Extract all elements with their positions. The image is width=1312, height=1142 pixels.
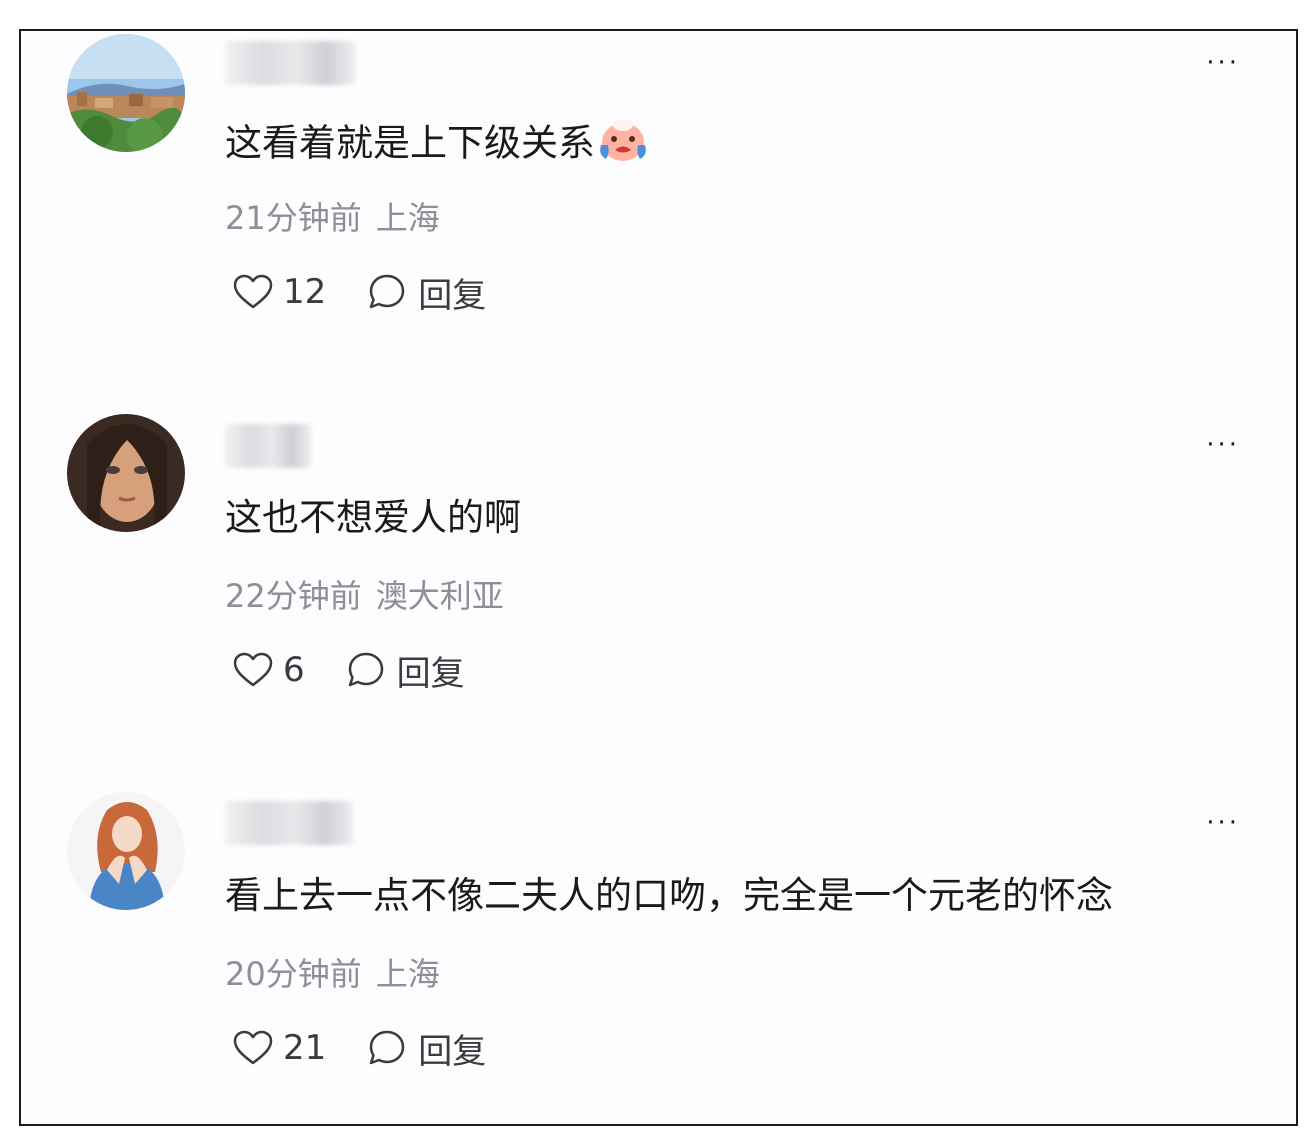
username[interactable]	[225, 424, 311, 468]
comment-time: 22分钟前	[225, 577, 362, 615]
like-count: 6	[283, 650, 305, 690]
heart-outline-icon	[233, 652, 273, 687]
like-count: 12	[283, 272, 327, 312]
username[interactable]	[225, 41, 355, 85]
like-count: 21	[283, 1028, 327, 1068]
heart-outline-icon	[233, 274, 273, 309]
comment-time: 20分钟前	[225, 955, 362, 993]
reply-button[interactable]: 回复	[347, 646, 465, 695]
speech-bubble-icon	[348, 652, 383, 687]
comment-meta: 20分钟前 上海	[225, 954, 440, 994]
comment-item: ··· 这也不想爱人的啊 22分钟前 澳大利亚 6 回复	[21, 411, 1296, 741]
more-dots-icon[interactable]: ···	[1206, 810, 1240, 836]
comment-actions: 21 回复	[233, 1024, 486, 1073]
comment-text: 这也不想爱人的啊	[225, 494, 521, 542]
username[interactable]	[225, 801, 353, 845]
comment-text-body: 看上去一点不像二夫人的口吻，完全是一个元老的怀念	[225, 874, 1113, 917]
comment-meta: 22分钟前 澳大利亚	[225, 576, 504, 616]
comment-text: 看上去一点不像二夫人的口吻，完全是一个元老的怀念	[225, 872, 1113, 920]
like-button[interactable]: 12	[233, 272, 326, 312]
reply-button[interactable]: 回复	[368, 1024, 486, 1073]
reply-label: 回复	[418, 275, 487, 316]
speech-bubble-icon	[370, 274, 405, 309]
more-dots-icon[interactable]: ···	[1206, 432, 1240, 458]
landscape-avatar-image	[67, 34, 185, 152]
avatar[interactable]	[67, 34, 185, 152]
like-button[interactable]: 6	[233, 650, 305, 690]
reply-label: 回复	[418, 1031, 487, 1072]
comment-location: 上海	[375, 955, 440, 993]
avatar[interactable]	[67, 414, 185, 532]
avatar[interactable]	[67, 792, 185, 910]
comment-item: ··· 这看着就是上下级关系 21分钟前 上海 12 回复	[21, 31, 1296, 361]
comment-text-body: 这也不想爱人的啊	[225, 496, 521, 539]
illustrated-girl-avatar-image	[67, 792, 185, 910]
comment-meta: 21分钟前 上海	[225, 198, 440, 238]
comment-actions: 6 回复	[233, 646, 465, 695]
comment-text-body: 这看着就是上下级关系	[225, 121, 595, 165]
more-dots-icon[interactable]: ···	[1206, 50, 1240, 76]
comment-list: ··· 这看着就是上下级关系 21分钟前 上海 12 回复 ··· 这也不想爱人…	[19, 29, 1298, 1126]
speech-bubble-icon	[370, 1030, 405, 1065]
comment-item: ··· 看上去一点不像二夫人的口吻，完全是一个元老的怀念 20分钟前 上海 21 …	[21, 789, 1296, 1119]
reply-label: 回复	[396, 653, 465, 694]
comment-actions: 12 回复	[233, 268, 486, 317]
heart-outline-icon	[233, 1030, 273, 1065]
comment-text: 这看着就是上下级关系	[225, 115, 649, 175]
reply-button[interactable]: 回复	[368, 268, 486, 317]
portrait-avatar-image	[67, 414, 185, 532]
comment-time: 21分钟前	[225, 199, 362, 237]
comment-location: 上海	[375, 199, 440, 237]
comment-location: 澳大利亚	[375, 577, 504, 615]
like-button[interactable]: 21	[233, 1028, 326, 1068]
crying-face-icon	[597, 115, 649, 175]
